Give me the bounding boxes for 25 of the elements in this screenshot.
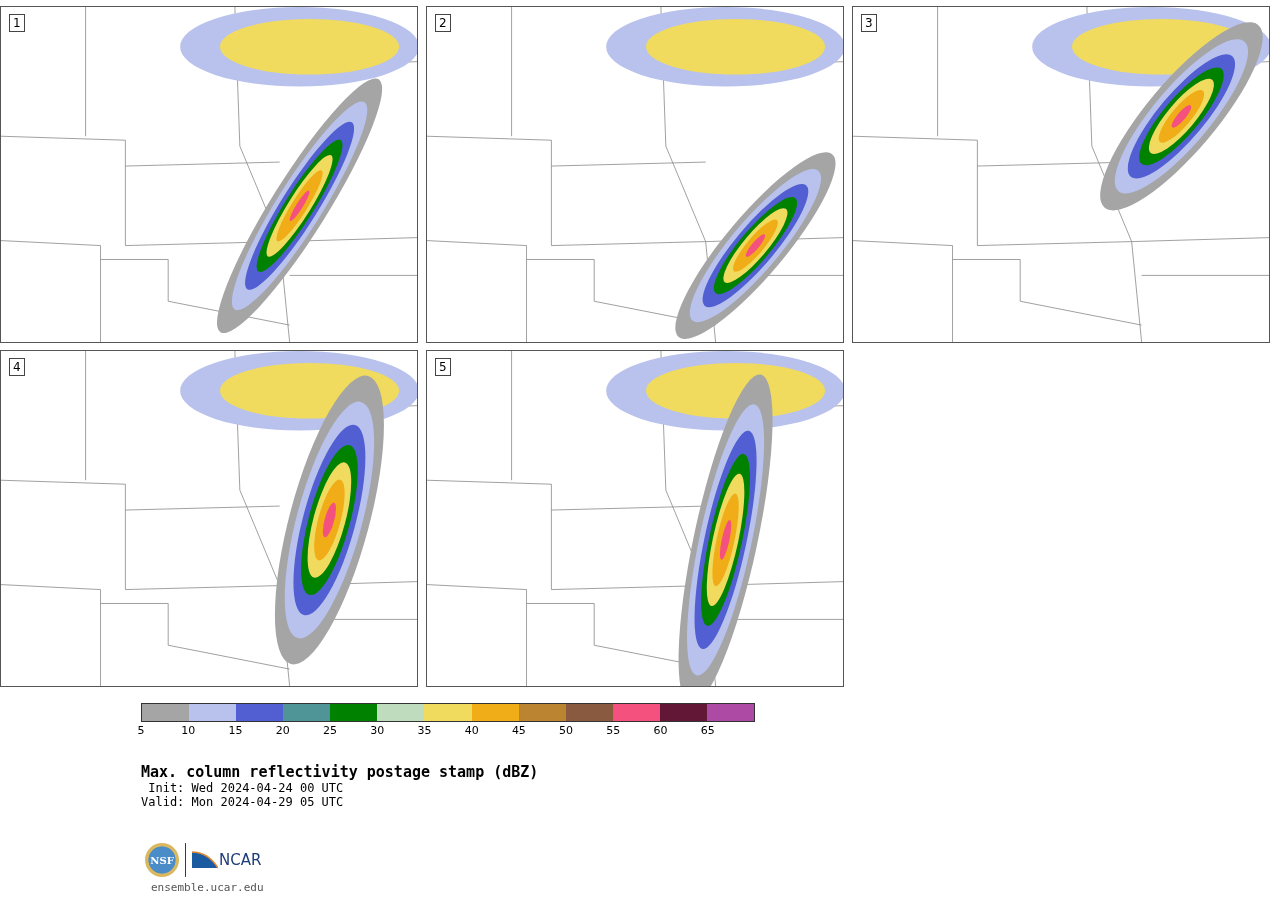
tick-label: 30 xyxy=(370,724,385,739)
panel-number: 1 xyxy=(9,14,25,32)
tick-label: 65 xyxy=(700,724,715,739)
tick-label: 50 xyxy=(559,724,574,739)
valid-time: Valid: Mon 2024-04-29 05 UTC xyxy=(141,795,345,809)
panel-number: 2 xyxy=(435,14,451,32)
tick-label: 40 xyxy=(464,724,479,739)
panel-number: 4 xyxy=(9,358,25,376)
website-url: ensemble.ucar.edu xyxy=(151,881,265,894)
panel-number: 3 xyxy=(861,14,877,32)
tick-label: 10 xyxy=(181,724,196,739)
ncar-logo-text: NCAR xyxy=(219,851,262,869)
init-time: Init: Wed 2024-04-24 00 UTC xyxy=(147,781,345,795)
nsf-logo: NSF xyxy=(145,843,179,877)
chart-title: Max. column reflectivity postage stamp (dBZ) xyxy=(141,763,540,781)
tick-label: 55 xyxy=(606,724,621,739)
tick-label: 5 xyxy=(137,724,145,739)
tick-label: 20 xyxy=(275,724,290,739)
tick-label: 25 xyxy=(322,724,337,739)
tick-label: 45 xyxy=(511,724,526,739)
tick-label: 15 xyxy=(228,724,243,739)
tick-label: 60 xyxy=(653,724,668,739)
swoosh-icon xyxy=(192,850,218,870)
panel-number: 5 xyxy=(435,358,451,376)
tick-label: 35 xyxy=(417,724,432,739)
